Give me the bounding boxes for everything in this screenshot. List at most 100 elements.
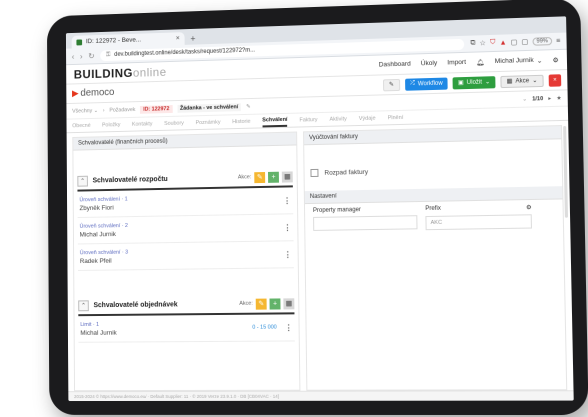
company-name: democo	[80, 87, 115, 99]
shield-icon[interactable]: ⛉	[490, 39, 496, 47]
bell-icon[interactable]: 🔔︎	[476, 58, 485, 66]
split-invoice-option[interactable]: Rozpad faktury	[310, 164, 555, 178]
tools-label: Akce:	[237, 174, 252, 181]
tab-files[interactable]: Soubory	[164, 121, 184, 130]
save-label: Uložit	[466, 79, 483, 86]
browser-tab-title: ID: 122972 - Beve...	[85, 36, 142, 46]
nav-dashboard[interactable]: Dashboard	[379, 61, 411, 69]
approver-name: Michal Jurnik	[79, 230, 116, 239]
nav-import[interactable]: Import	[447, 59, 466, 67]
more-icon[interactable]: ⋮	[283, 223, 291, 232]
top-nav: Dashboard Úkoly Import 🔔︎ Michal Jurnik …	[379, 56, 559, 69]
collapse-button[interactable]: ⌃	[77, 175, 88, 187]
approver-row[interactable]: Limit · 1 Michal Jurnik 0 - 15 000 ⋮	[78, 314, 295, 343]
grid-icon: ▦	[506, 78, 513, 85]
tablet-frame: ID: 122972 - Beve... × + ‹ › ↻ ⚿ dev.bui…	[46, 0, 588, 416]
property-manager-input[interactable]	[313, 215, 418, 231]
reload-icon[interactable]: ↻	[88, 51, 94, 60]
browser-screen: ID: 122972 - Beve... × + ‹ › ↻ ⚿ dev.bui…	[65, 16, 574, 402]
add-icon[interactable]: +	[267, 171, 279, 183]
new-tab-button[interactable]: +	[190, 34, 195, 44]
pager-next-icon[interactable]: ▸	[548, 95, 551, 101]
approver-row-text: Úroveň schválení · 3 Radek Pfeil	[79, 247, 284, 265]
nav-tasks[interactable]: Úkoly	[421, 60, 438, 68]
approvers-section-title: Schvalovatelé (finančních procesů)	[73, 132, 297, 151]
limit-range: 0 - 15 000	[252, 324, 277, 331]
invoice-section-title: Vyúčtování faktury	[304, 126, 562, 146]
favorite-icon[interactable]: ★	[556, 95, 561, 101]
main-content: Schvalovatelé (finančních procesů) ⌃ Sch…	[66, 120, 574, 392]
split-invoice-checkbox[interactable]	[310, 168, 319, 178]
tab-activities[interactable]: Aktivity	[329, 116, 346, 125]
pin-button[interactable]: ✎	[382, 78, 401, 91]
chevron-down-icon: ⌄	[532, 77, 538, 85]
order-approvers-tools: Akce: ✎ + ▦	[239, 297, 295, 310]
tab-history[interactable]: Historie	[232, 119, 250, 128]
approver-row[interactable]: Úroveň schválení · 3 Radek Pfeil ⋮	[77, 241, 294, 271]
order-approvers-title: Schvalovatelé objednávek	[93, 300, 178, 309]
extensions: ⧉ ☆ ⛉ ▲ ▢ ▢ 99% ≡	[470, 37, 560, 48]
menu-icon[interactable]: ≡	[556, 37, 560, 44]
window-icon[interactable]: ▢	[511, 38, 518, 46]
breadcrumb-item[interactable]: Požadavek	[109, 107, 135, 114]
table-icon[interactable]: ▦	[281, 170, 293, 183]
user-menu[interactable]: Michal Jurnik ⌄	[495, 56, 543, 66]
close-button[interactable]: ×	[548, 73, 562, 87]
share-icon[interactable]: ⧉	[470, 39, 475, 47]
tab-approval[interactable]: Schválení	[262, 116, 288, 128]
tab-fulfilment[interactable]: Plnění	[388, 115, 404, 124]
more-icon[interactable]: ⋮	[283, 196, 291, 205]
order-approvers-header: ⌃ Schvalovatelé objednávek Akce: ✎ + ▦	[78, 296, 295, 317]
warning-icon[interactable]: ▲	[499, 39, 506, 46]
tab-expenses[interactable]: Výdaje	[359, 116, 376, 125]
approver-row-text: Úroveň schválení · 1 Zbyněk Fiori	[79, 193, 283, 212]
tab-general[interactable]: Obecné	[72, 123, 90, 132]
forward-icon[interactable]: ›	[80, 52, 83, 61]
split-invoice-label: Rozpad faktury	[324, 168, 369, 177]
prefix-label: Prefix	[425, 205, 441, 213]
workflow-button[interactable]: ⤮ Workflow	[404, 77, 448, 91]
save-button[interactable]: ▣ Uložit ⌄	[452, 75, 496, 89]
property-manager-label: Property manager	[312, 207, 361, 214]
lock-icon: ⚿	[106, 51, 111, 58]
star-icon[interactable]: ☆	[479, 39, 487, 47]
brand-triangle-icon: ▶	[71, 88, 79, 99]
zoom-level[interactable]: 99%	[532, 37, 553, 46]
approver-row[interactable]: Úroveň schválení · 1 Zbyněk Fiori ⋮	[77, 187, 294, 219]
more-icon[interactable]: ⋮	[284, 250, 292, 259]
edit-icon[interactable]: ✎	[255, 298, 267, 310]
edit-icon[interactable]: ✎	[246, 103, 251, 109]
collapse-button[interactable]: ⌃	[78, 299, 89, 311]
actions-label: Akce	[515, 77, 530, 85]
approver-row[interactable]: Úroveň schválení · 2 Michal Jurnik ⋮	[77, 214, 294, 245]
app-logo[interactable]: BUILDINGonline	[74, 65, 167, 81]
breadcrumb-item[interactable]: Všechny ⌄	[72, 108, 98, 115]
tab-invoices[interactable]: Faktury	[299, 117, 317, 126]
table-icon[interactable]: ▦	[283, 297, 295, 309]
favicon-icon	[76, 38, 83, 45]
pager-prev-icon[interactable]: ⌄	[522, 96, 527, 102]
tab-close-icon[interactable]: ×	[176, 35, 180, 42]
edit-icon[interactable]: ✎	[254, 171, 266, 183]
add-icon[interactable]: +	[269, 297, 281, 310]
tab-contacts[interactable]: Kontakty	[132, 121, 153, 130]
more-icon[interactable]: ⋮	[285, 323, 293, 332]
approver-level: Limit · 1	[80, 321, 100, 328]
tab-notes[interactable]: Poznámky	[196, 120, 221, 130]
settings-fields: Property manager Prefix ⚙ AKC	[313, 204, 555, 232]
actions-button[interactable]: ▦ Akce ⌄	[500, 74, 544, 88]
settings-icon[interactable]: ⚙	[553, 56, 559, 64]
tab-items[interactable]: Položky	[102, 122, 120, 131]
prefix-input[interactable]: AKC	[425, 214, 532, 231]
back-icon[interactable]: ‹	[72, 52, 75, 61]
settings-icon[interactable]: ⚙	[526, 204, 532, 211]
approver-row-text: Úroveň schválení · 2 Michal Jurnik	[79, 220, 284, 239]
shuffle-icon: ⤮	[409, 80, 415, 87]
window-icon[interactable]: ▢	[521, 38, 528, 46]
budget-approvers-tools: Akce: ✎ + ▦	[237, 170, 293, 183]
chevron-down-icon: ⌄	[485, 79, 491, 86]
approver-name: Radek Pfeil	[79, 257, 112, 265]
pager-count: 1/10	[532, 95, 544, 102]
